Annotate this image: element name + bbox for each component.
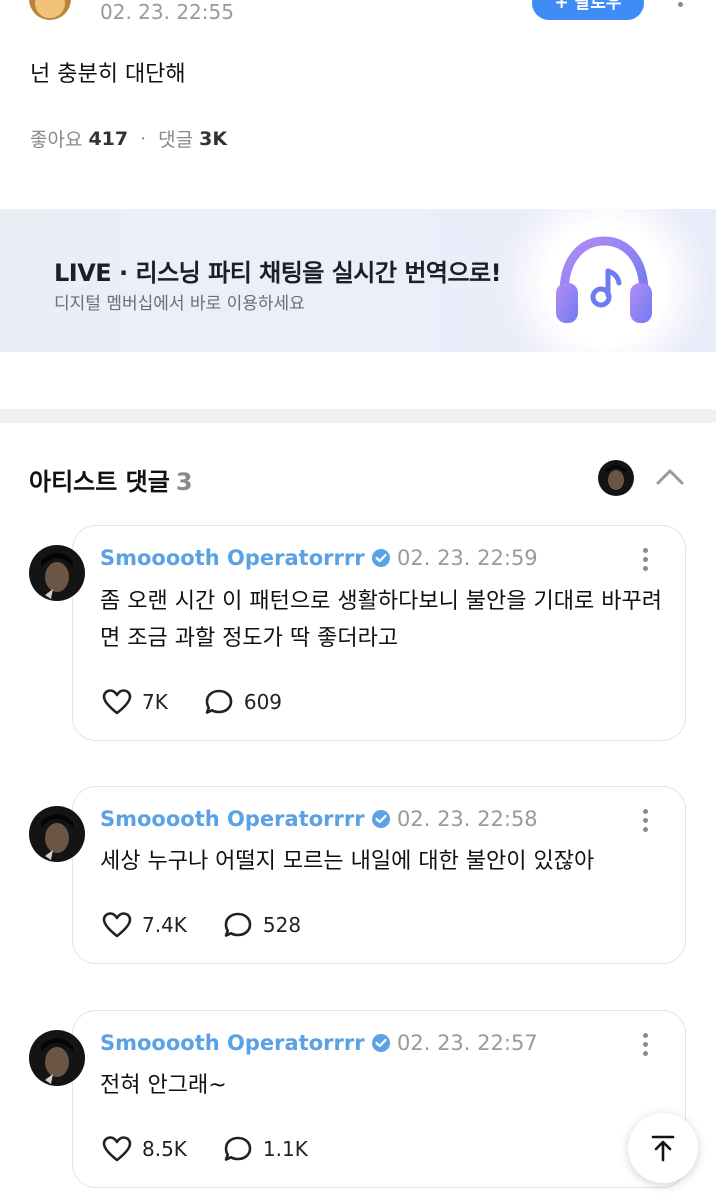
headphones-music-icon [556, 236, 652, 323]
likes-label: 좋아요 [30, 129, 83, 151]
comment-timestamp: 02. 23. 22:57 [397, 1031, 538, 1055]
heart-icon[interactable] [102, 688, 132, 716]
like-count: 8.5K [142, 1137, 187, 1161]
reply-count: 609 [243, 690, 283, 714]
banner-subtitle: 디지털 멤버십에서 바로 이용하세요 [54, 294, 305, 314]
comment-timestamp: 02. 23. 22:58 [397, 807, 538, 831]
heart-icon[interactable] [102, 1135, 132, 1163]
comment-actions: 8.5K 1.1K [102, 1135, 308, 1163]
reply-bubble-icon[interactable] [223, 1135, 253, 1163]
reply-count: 1.1K [262, 1137, 308, 1161]
more-options-icon[interactable] [670, 0, 690, 20]
banner-title: LIVE · 리스닝 파티 채팅을 실시간 번역으로! [54, 259, 502, 287]
comment-actions: 7.4K 528 [102, 911, 301, 939]
comment-actions: 7K 609 [102, 688, 282, 716]
likes-count: 417 [88, 127, 129, 150]
like-count: 7.4K [142, 913, 187, 937]
promo-banner[interactable]: LIVE · 리스닝 파티 채팅을 실시간 번역으로! 디지털 멤버십에서 바로… [0, 209, 716, 352]
verified-badge-icon [371, 549, 390, 567]
reply-bubble-icon[interactable] [204, 688, 234, 716]
section-divider [0, 409, 716, 423]
section-count: 3 [175, 468, 193, 496]
comment-timestamp: 02. 23. 22:59 [397, 546, 538, 570]
avatar[interactable] [29, 545, 85, 601]
artist-avatar[interactable] [598, 460, 634, 496]
comment-text: 전혀 안그래~ [100, 1073, 227, 1098]
comments-count: 3K [199, 127, 228, 150]
comments-label: 댓글 [158, 129, 194, 151]
arrow-up-icon [651, 1135, 675, 1162]
comment-text: 좀 오랜 시간 이 패턴으로 생활하다보니 불안을 기대로 바꾸려면 조금 과할… [100, 589, 662, 651]
post-text: 넌 충분히 대단해 [30, 62, 186, 87]
comment-text: 세상 누구나 어떨지 모르는 내일에 대한 불안이 있잖아 [100, 849, 595, 874]
comment-author[interactable]: Smooooth Operatorrrr [100, 807, 391, 831]
chevron-up-icon[interactable] [654, 463, 686, 491]
verified-badge-icon [371, 810, 390, 828]
more-options-icon[interactable] [640, 809, 650, 835]
reply-bubble-icon[interactable] [223, 911, 253, 939]
comment-author[interactable]: Smooooth Operatorrrr [100, 546, 391, 570]
section-title: 아티스트 댓글 3 [29, 468, 193, 496]
follow-button[interactable]: + 팔로우 [532, 0, 644, 20]
comment-author[interactable]: Smooooth Operatorrrr [100, 1031, 391, 1055]
reply-count: 528 [262, 913, 302, 937]
scroll-to-top-button[interactable] [628, 1113, 698, 1183]
post-timestamp: 02. 23. 22:55 [100, 0, 234, 24]
like-count: 7K [142, 690, 168, 714]
verified-badge-icon [371, 1034, 390, 1052]
separator-dot: · [140, 127, 147, 150]
post-stats: 좋아요 417 · 댓글 3K [30, 125, 227, 152]
author-avatar[interactable] [29, 0, 71, 20]
more-options-icon[interactable] [640, 548, 650, 574]
avatar[interactable] [29, 1030, 85, 1086]
more-options-icon[interactable] [640, 1033, 650, 1059]
avatar[interactable] [29, 806, 85, 862]
heart-icon[interactable] [102, 911, 132, 939]
